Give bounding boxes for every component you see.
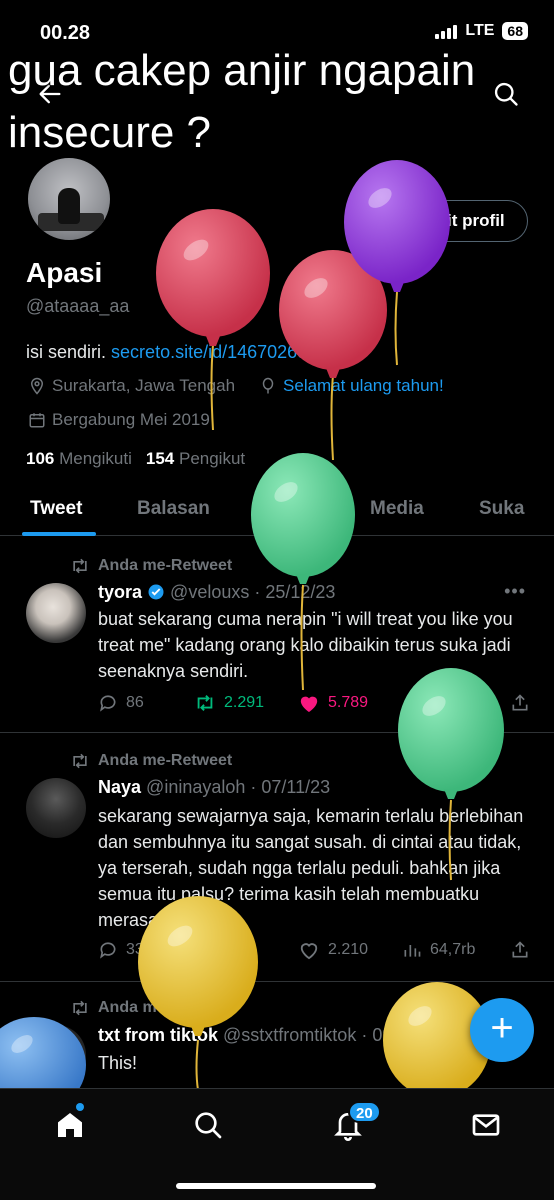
tweet-handle: @ininayaloh (146, 777, 246, 797)
bio-text: isi sendiri. (26, 342, 107, 362)
reply-button[interactable]: 86 (98, 693, 194, 713)
retweet-button[interactable]: 751 (194, 940, 298, 960)
profile-tabs: Tweet Balasan Sorotan Media Suka (0, 484, 554, 536)
views-button[interactable]: 169rb (402, 693, 502, 713)
reply-icon (100, 695, 116, 712)
heart-icon (300, 943, 318, 960)
retweet-button[interactable]: 2.291 (194, 693, 298, 713)
profile-name: Apasi (26, 257, 103, 288)
followers-stat[interactable]: 154 Pengikut (146, 449, 245, 469)
tweet-header: txt from tiktok @sstxtfromtiktok · 09/10 (98, 1025, 418, 1045)
share-icon (512, 694, 528, 711)
retweet-label: Anda me-Retweet (70, 557, 232, 575)
share-button[interactable] (510, 940, 530, 960)
battery-icon: 68 (502, 22, 528, 40)
status-indicators: LTE 68 (435, 22, 528, 40)
tweet-actions: 86 2.291 5.789 169rb (98, 693, 530, 713)
profile-joined: Bergabung Mei 2019 (52, 410, 210, 429)
overlay-caption: gua cakep anjir ngapain insecure ? (8, 46, 476, 158)
tweet-date: 09/10 (372, 1025, 418, 1045)
location-icon (30, 377, 44, 395)
profile-joined-row: Bergabung Mei 2019 (28, 410, 210, 430)
profile-location: Surakarta, Jawa Tengah (52, 376, 236, 395)
retweet-icon (73, 753, 87, 769)
active-tab-indicator (22, 532, 96, 536)
tweet-text: sekarang sewajarnya saja, kemarin terlal… (98, 806, 524, 930)
home-indicator (176, 1183, 376, 1189)
balloon-icon (262, 377, 274, 394)
edit-profile-button[interactable]: Edit profil (402, 200, 528, 242)
profile-meta-row: Surakarta, Jawa Tengah Selamat ulang tah… (28, 376, 462, 396)
like-button[interactable]: 5.789 (298, 693, 402, 713)
retweet-icon (197, 942, 213, 958)
tweet-text: This! (98, 1053, 138, 1073)
bio-link[interactable]: secreto.site/id/14670269 (111, 342, 307, 362)
balloon-purple (344, 160, 450, 366)
tweet-header: Naya @ininayaloh · 07/11/23 (98, 777, 331, 797)
views-icon (404, 945, 421, 957)
tweet-handle: @sstxtfromtiktok (223, 1025, 357, 1045)
follow-stats: 106 Mengikuti 154 Pengikut (26, 449, 245, 469)
tweet-item[interactable]: Anda me-Retweet tyora @velouxs · 25/12/2… (0, 537, 554, 733)
retweet-icon (73, 558, 87, 574)
reply-icon (100, 942, 116, 959)
avatar[interactable] (26, 1025, 86, 1085)
tab-sorotan[interactable]: Sorotan (254, 498, 326, 520)
retweet-label: Anda me-Retweet (70, 999, 232, 1017)
tweet-handle: @velouxs (170, 582, 250, 602)
avatar[interactable] (26, 583, 86, 643)
following-stat[interactable]: 106 Mengikuti (26, 449, 132, 469)
share-icon (512, 941, 528, 958)
retweet-icon (73, 1000, 87, 1016)
tab-suka[interactable]: Suka (479, 498, 524, 520)
views-button[interactable]: 64,7rb (402, 940, 502, 960)
tweet-date: 07/11/23 (261, 777, 331, 797)
search-icon[interactable] (492, 80, 520, 108)
calendar-icon (29, 413, 45, 428)
tweet-author-name: tyora (98, 582, 143, 602)
notification-badge: 20 (348, 1101, 381, 1123)
profile-handle: @ataaaa_aa (26, 296, 130, 316)
tweet-item[interactable]: Anda me-Retweet Naya @ininayaloh · 07/11… (0, 734, 554, 982)
mail-icon[interactable] (470, 1109, 502, 1141)
home-icon[interactable] (54, 1109, 86, 1141)
like-button[interactable]: 2.210 (298, 940, 402, 960)
signal-icon (435, 23, 458, 39)
tweet-actions: 33 751 2.210 64,7rb (98, 940, 530, 960)
more-options-icon[interactable]: ••• (504, 581, 526, 602)
avatar[interactable] (26, 778, 86, 838)
share-button[interactable] (510, 693, 530, 713)
tweet-header: tyora @velouxs · 25/12/23 (98, 582, 336, 602)
arrow-left-icon[interactable] (36, 80, 64, 108)
heart-icon (300, 696, 318, 713)
tweet-author-name: txt from tiktok (98, 1025, 219, 1045)
network-label: LTE (465, 22, 495, 39)
birthday-link[interactable]: Selamat ulang tahun! (283, 376, 444, 396)
search-icon[interactable] (192, 1109, 224, 1141)
compose-tweet-button[interactable]: + (470, 998, 534, 1062)
retweet-icon (197, 695, 213, 711)
profile-avatar[interactable] (26, 156, 112, 242)
tweet-text: buat sekarang cuma nerapin "i will treat… (98, 609, 513, 681)
tab-media[interactable]: Media (370, 498, 424, 520)
tweet-date: 25/12/23 (265, 582, 336, 602)
status-time: 00.28 (40, 22, 91, 44)
views-icon (404, 698, 421, 710)
home-unread-dot (76, 1103, 84, 1111)
reply-button[interactable]: 33 (98, 940, 194, 960)
status-bar: 00.28 LTE 68 (0, 0, 554, 52)
verified-badge-icon (148, 584, 164, 600)
balloon-red-1 (156, 209, 270, 431)
tweet-author-name: Naya (98, 777, 142, 797)
profile-bio: isi sendiri. secreto.site/id/14670269 (26, 342, 307, 363)
retweet-label: Anda me-Retweet (70, 752, 232, 770)
tab-tweet[interactable]: Tweet (30, 498, 82, 520)
tab-balasan[interactable]: Balasan (137, 498, 210, 520)
